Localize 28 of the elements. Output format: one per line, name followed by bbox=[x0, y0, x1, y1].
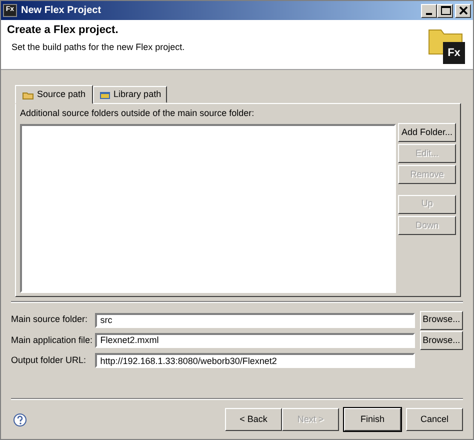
field-label: Main source folder: bbox=[11, 313, 89, 326]
input-field[interactable]: Flexnet2.mxml bbox=[95, 332, 416, 348]
page-title: Create a Flex project. bbox=[7, 24, 120, 38]
list-caption: Additional source folders outside of the main source folder: bbox=[20, 107, 256, 120]
browse-button[interactable]: Browse... bbox=[420, 330, 463, 350]
input-field[interactable]: http://192.168.1.33:8080/weborb30/Flexnet2 bbox=[95, 353, 416, 368]
tab[interactable]: Source path bbox=[15, 85, 93, 104]
logo: Fx bbox=[443, 42, 465, 64]
maximize-icon bbox=[440, 5, 450, 16]
dialog-button[interactable]: Cancel bbox=[406, 408, 463, 431]
minimize-button[interactable] bbox=[421, 4, 437, 18]
list-action-button[interactable]: Add Folder... bbox=[398, 122, 456, 142]
tab[interactable]: Library path bbox=[92, 86, 168, 103]
minimize-icon bbox=[425, 12, 433, 14]
dialog-button[interactable]: Finish bbox=[344, 408, 401, 431]
window-title: New Flex Project bbox=[21, 4, 102, 18]
browse-button[interactable]: Browse... bbox=[420, 310, 463, 330]
library-icon bbox=[98, 90, 111, 100]
dialog-button[interactable]: < Back bbox=[225, 408, 282, 431]
close-icon bbox=[458, 5, 468, 16]
help-icon[interactable] bbox=[13, 412, 27, 426]
page-description: Set the build paths for the new Flex project. bbox=[12, 41, 186, 54]
field-label: Output folder URL: bbox=[11, 354, 88, 367]
folder-icon bbox=[22, 90, 34, 100]
input-field[interactable]: src bbox=[95, 312, 416, 328]
field-label: Main application file: bbox=[11, 334, 93, 347]
maximize-button[interactable] bbox=[437, 4, 453, 18]
close-button[interactable] bbox=[455, 4, 471, 18]
